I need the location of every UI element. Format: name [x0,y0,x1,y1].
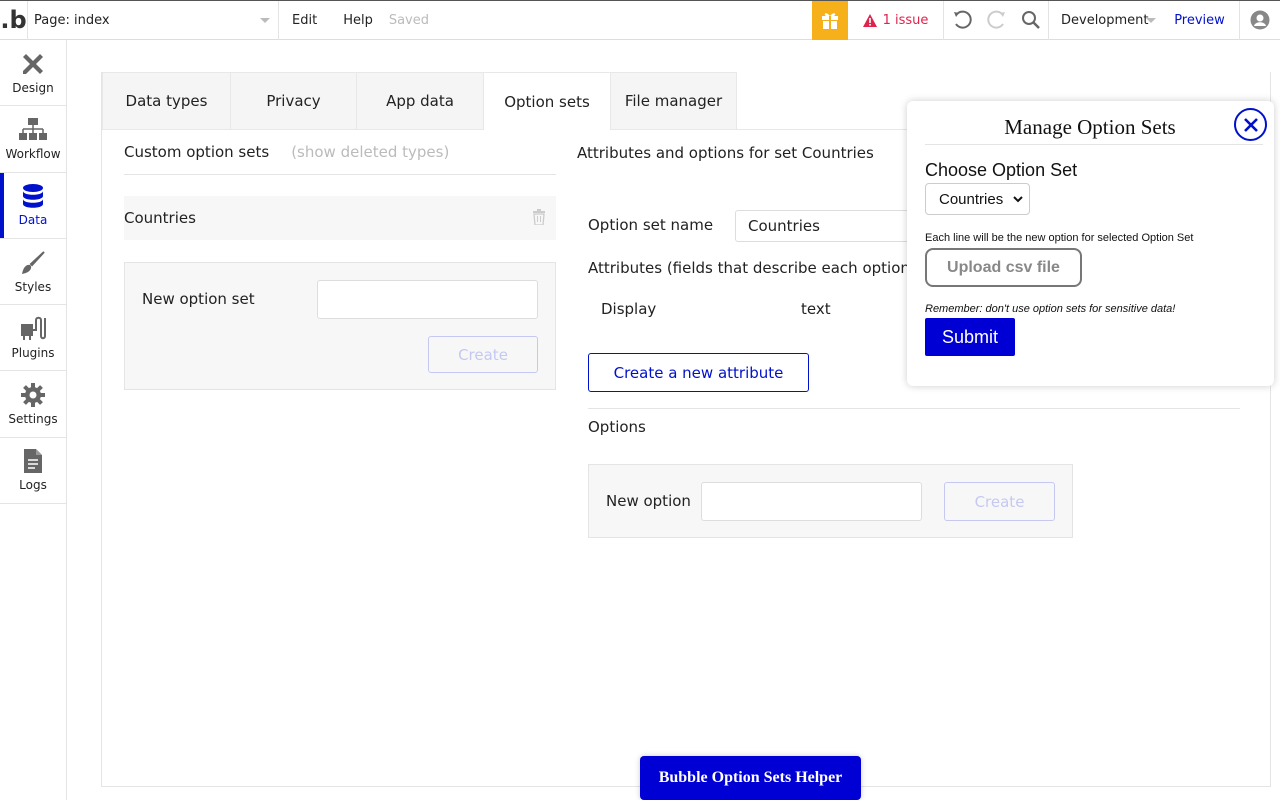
tab-app-data[interactable]: App data [356,72,483,130]
create-option-set-button[interactable]: Create [428,336,538,373]
sidebar-item-label: Logs [19,478,47,493]
option-sets-helper-button[interactable]: Bubble Option Sets Helper [640,756,861,800]
tab-data-types[interactable]: Data types [102,72,230,130]
details-title: Attributes and options for set Countries [577,143,874,162]
account-button[interactable] [1240,1,1280,40]
attributes-title: Attributes (fields that describe each op… [588,259,916,277]
sidebar-item-data[interactable]: Data [0,172,66,239]
sidebar-item-label: Data [18,213,48,228]
sidebar-item-label: Design [12,80,54,95]
close-button[interactable] [1234,108,1267,141]
chevron-down-icon [1146,17,1156,23]
tab-option-sets[interactable]: Option sets [483,72,610,130]
sidebar-item-label: Plugins [11,345,55,360]
gift-button[interactable] [812,0,848,40]
design-icon [23,53,43,74]
search-icon [1022,11,1040,29]
search-button[interactable] [1014,0,1049,40]
close-icon [1243,117,1258,132]
warning-icon [862,13,877,27]
sidebar-item-workflow[interactable]: Workflow [0,106,66,173]
sidebar-item-plugins[interactable]: Plugins [0,305,66,372]
gear-icon [21,383,45,408]
upload-csv-button[interactable]: Upload csv file [925,248,1082,287]
undo-button[interactable] [944,1,979,40]
redo-button[interactable] [979,1,1014,40]
save-status: Saved [388,12,429,28]
brush-icon [22,250,45,274]
tab-privacy[interactable]: Privacy [230,72,356,130]
create-attribute-button[interactable]: Create a new attribute [588,353,809,392]
tab-file-manager[interactable]: File manager [610,72,737,130]
sidebar-item-logs[interactable]: Logs [0,438,66,505]
page-selector[interactable]: Page: index [28,0,279,40]
workflow-icon [19,117,47,140]
redo-icon [986,10,1005,29]
show-deleted-link[interactable]: (show deleted types) [291,143,449,161]
choose-option-set-label: Choose Option Set [925,160,1078,180]
page-select-label: Page: index [34,12,110,28]
modal-divider [925,144,1263,145]
sidebar-item-label: Styles [14,279,52,294]
top-bar: .b Page: index Edit Help Saved 1 issue D… [0,0,1280,40]
new-option-set-input[interactable] [317,280,538,319]
sidebar-item-design[interactable]: Design [0,40,66,107]
gift-icon [822,13,838,29]
option-set-select[interactable]: Countries [925,183,1030,215]
option-sets-header: Custom option sets (show deleted types) [124,130,556,175]
chevron-down-icon [1013,196,1023,203]
user-avatar-icon [1250,10,1270,30]
submit-button[interactable]: Submit [925,318,1015,356]
section-title: Custom option sets [124,143,270,161]
new-option-input[interactable] [701,482,922,521]
option-set-name: Countries [124,209,196,227]
sidebar: Design Workflow Data Styles Plugins Sett… [0,40,67,800]
trash-icon[interactable] [532,209,546,225]
option-set-name-label: Option set name [588,216,714,234]
issues-label: 1 issue [882,12,929,28]
undo-icon [953,10,972,29]
chevron-down-icon [260,17,270,23]
data-tabs: Data types Privacy App data Option sets … [102,72,737,130]
upload-hint: Each line will be the new option for sel… [925,232,1194,244]
new-option-set-form: New option set Create [124,262,556,390]
modal-title: Manage Option Sets [1004,115,1176,139]
sidebar-item-label: Settings [8,412,58,427]
environment-selector[interactable]: Development [1049,1,1160,40]
option-sets-list: Custom option sets (show deleted types) … [124,130,556,390]
divider [588,408,1240,409]
new-option-set-label: New option set [142,290,255,308]
preview-button[interactable]: Preview [1160,0,1240,40]
issues-button[interactable]: 1 issue [848,0,944,40]
logo-text: .b [0,6,27,34]
sidebar-item-styles[interactable]: Styles [0,239,66,306]
sidebar-item-label: Workflow [5,146,61,161]
new-option-form: New option Create [588,464,1073,538]
warning-note: Remember: don't use option sets for sens… [925,303,1176,315]
create-option-button[interactable]: Create [944,482,1055,521]
manage-option-sets-modal: Manage Option Sets Choose Option Set Cou… [907,101,1274,386]
attribute-type: text [801,300,831,318]
options-title: Options [588,418,646,436]
menu-edit[interactable]: Edit [279,13,317,28]
selected-option-set: Countries [939,190,1004,208]
sidebar-item-settings[interactable]: Settings [0,371,66,438]
attribute-name[interactable]: Display [601,300,656,318]
plug-icon [21,316,46,340]
environment-label: Development [1061,12,1149,28]
new-option-label: New option [606,492,691,510]
bubble-logo[interactable]: .b [0,0,28,40]
document-icon [24,449,42,474]
menu-help[interactable]: Help [317,13,373,28]
database-icon [23,184,43,208]
list-item[interactable]: Countries [124,196,556,240]
